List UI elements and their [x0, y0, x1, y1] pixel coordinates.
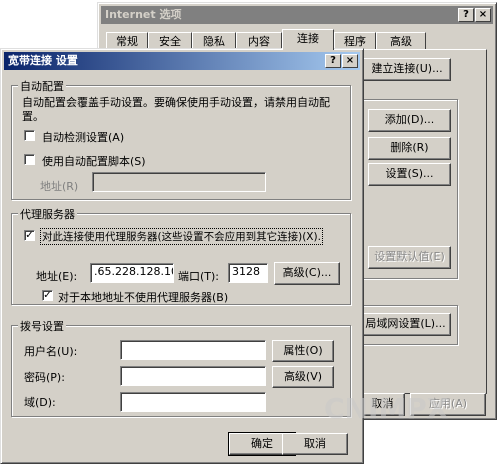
dialup-advanced-button[interactable]: 高级(V): [272, 366, 334, 388]
help-button[interactable]: ?: [458, 8, 474, 22]
settings-button[interactable]: 设置(S)...: [368, 163, 451, 186]
close-icon[interactable]: ×: [475, 8, 491, 22]
window-title: Internet 选项: [105, 8, 182, 21]
proxy-port-input[interactable]: 3128: [228, 263, 268, 283]
delete-button[interactable]: 删除(R): [368, 137, 451, 160]
help-button[interactable]: ?: [325, 54, 341, 68]
setup-connection-button[interactable]: 建立连接(U)...: [363, 58, 451, 81]
proxy-server-label: 代理服务器: [18, 206, 77, 222]
auto-config-label: 自动配置: [18, 78, 66, 94]
proxy-address-label: 地址(E):: [36, 270, 78, 283]
use-script-checkbox[interactable]: [24, 154, 35, 165]
auto-detect-label[interactable]: 自动检测设置(A): [42, 129, 124, 145]
dialog-titlebar[interactable]: 宽带连接 设置 ? ×: [4, 52, 360, 70]
properties-button[interactable]: 属性(O): [272, 340, 334, 362]
use-proxy-label[interactable]: 对此连接使用代理服务器(这些设置不会应用到其它连接)(X).: [40, 228, 323, 245]
bypass-local-checkbox[interactable]: ✓: [42, 290, 53, 301]
dialup-settings-label: 拨号设置: [18, 318, 66, 334]
internet-options-titlebar[interactable]: Internet 选项 ? ×: [101, 6, 493, 24]
use-script-label[interactable]: 使用自动配置脚本(S): [42, 153, 146, 169]
auto-detect-checkbox[interactable]: [24, 130, 35, 141]
username-label: 用户名(U):: [24, 345, 78, 358]
add-button[interactable]: 添加(D)...: [368, 109, 451, 132]
script-address-input[interactable]: [92, 172, 266, 192]
domain-label: 域(D):: [24, 396, 56, 409]
domain-input[interactable]: [120, 392, 266, 412]
proxy-port-label: 端口(T):: [178, 270, 220, 283]
use-proxy-checkbox[interactable]: ✓: [24, 230, 35, 241]
auto-config-group: 自动配置 自动配置会覆盖手动设置。要确保使用手动设置，请禁用自动配 置。 自动检…: [11, 78, 351, 200]
auto-config-description: 自动配置会覆盖手动设置。要确保使用手动设置，请禁用自动配: [22, 96, 330, 109]
cancel-button[interactable]: 取消: [282, 433, 348, 455]
password-label: 密码(P):: [24, 371, 65, 384]
watermark: CNIMPX: [324, 392, 449, 425]
tab-advanced[interactable]: 高级: [376, 32, 426, 50]
password-input[interactable]: [120, 366, 266, 386]
auto-config-description-cont: 置。: [22, 110, 44, 123]
proxy-advanced-button[interactable]: 高级(C)...: [274, 262, 340, 285]
set-default-button[interactable]: 设置默认值(E): [368, 246, 451, 269]
username-input[interactable]: [120, 340, 266, 360]
bypass-local-label[interactable]: 对于本地地址不使用代理服务器(B): [58, 289, 228, 305]
dialup-settings-group: 拨号设置 用户名(U): 属性(O) 密码(P): 高级(V) 域(D):: [11, 318, 351, 417]
close-icon[interactable]: ×: [342, 54, 358, 68]
tab-connections[interactable]: 连接: [282, 29, 334, 50]
proxy-server-group: 代理服务器 ✓ 对此连接使用代理服务器(这些设置不会应用到其它连接)(X). 地…: [11, 206, 351, 305]
broadband-settings-dialog: 宽带连接 设置 ? × 自动配置 自动配置会覆盖手动设置。要确保使用手动设置，请…: [0, 48, 364, 464]
script-address-label: 地址(R): [40, 180, 79, 193]
lan-settings-button[interactable]: 局域网设置(L)...: [360, 313, 451, 336]
dialog-title: 宽带连接 设置: [8, 54, 78, 67]
proxy-address-input[interactable]: .65.228.128.10: [90, 263, 174, 283]
